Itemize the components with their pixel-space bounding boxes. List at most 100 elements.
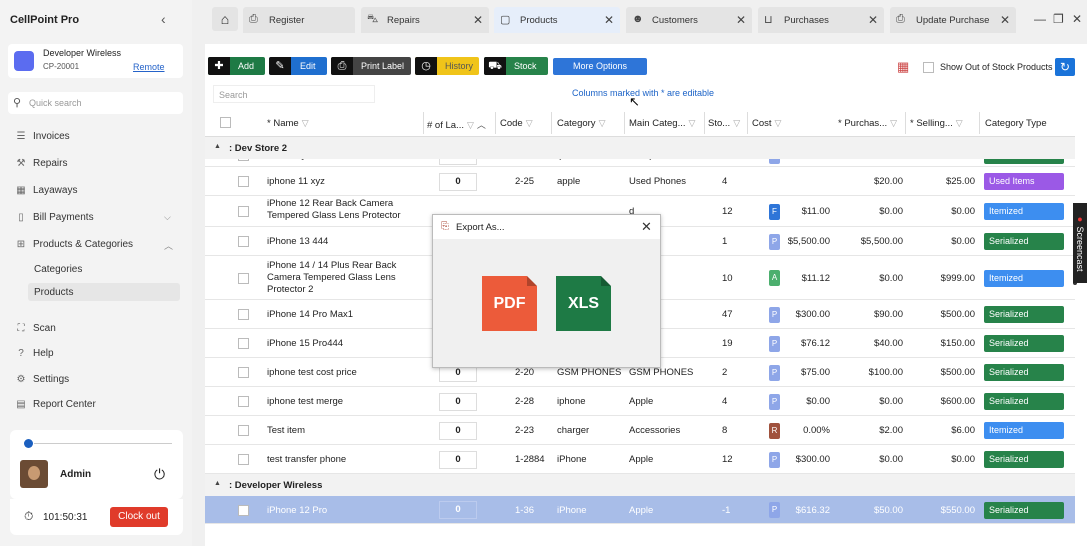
collapse-group-icon[interactable]: ▲ (214, 480, 221, 487)
row-checkbox[interactable] (238, 273, 249, 284)
print-label-button[interactable]: ⎙ Print Label (331, 57, 411, 75)
filter-icon[interactable]: ▽ (599, 118, 606, 128)
close-icon[interactable]: ✕ (736, 13, 746, 27)
quick-search[interactable]: ⚲ Quick search (8, 92, 183, 114)
group-row[interactable]: ▲: Developer Wireless (205, 474, 1075, 496)
edit-button[interactable]: ✎ Edit (269, 57, 327, 75)
cell-selling[interactable]: $500.00 (907, 309, 975, 320)
row-checkbox[interactable] (238, 206, 249, 217)
chevron-down-icon[interactable]: ⌵ (164, 212, 171, 223)
tab-purchases[interactable]: ⊔ Purchases ✕ (758, 7, 884, 33)
qty-input[interactable]: 0 (439, 501, 477, 519)
close-icon[interactable]: ✕ (473, 13, 483, 27)
more-options-button[interactable]: More Options (553, 58, 647, 75)
tab-customers[interactable]: ☻ Customers ✕ (626, 7, 752, 33)
qty-input[interactable]: 0 (439, 393, 477, 411)
cell-purchase[interactable]: $0.00 (835, 396, 903, 407)
add-button[interactable]: ✚ Add (208, 57, 265, 75)
remote-link[interactable]: Remote (133, 62, 165, 72)
cell-purchase[interactable]: $0.00 (835, 454, 903, 465)
cell-selling[interactable]: $6.00 (907, 425, 975, 436)
stock-button[interactable]: ⛟ Stock (484, 57, 548, 75)
filter-icon[interactable]: ▽ (467, 120, 474, 130)
cell-selling[interactable]: $500.00 (907, 367, 975, 378)
close-icon[interactable]: ✕ (1000, 13, 1010, 27)
chevron-up-icon[interactable]: ︿ (164, 239, 173, 252)
refresh-icon[interactable]: ↻ (1055, 58, 1075, 76)
search-input[interactable]: Search (213, 85, 375, 103)
col-category-type[interactable]: Category Type (985, 118, 1047, 129)
cell-selling[interactable]: $150.00 (907, 338, 975, 349)
sidebar-item-settings[interactable]: ⚙ Settings (14, 374, 184, 392)
sidebar-item-categories[interactable]: Categories (28, 260, 180, 278)
sidebar-item-products[interactable]: Products (28, 283, 180, 301)
table-row[interactable]: iphone 11 xyz 0 2-25 apple Used Phones 4 $20.0… (205, 167, 1075, 196)
sidebar-item-scan[interactable]: ⛶ Scan (14, 323, 184, 341)
screencast-tab[interactable]: ● Screencast (1073, 203, 1087, 283)
close-icon[interactable]: ✕ (604, 13, 614, 27)
col-category[interactable]: Category ▽ (557, 118, 605, 129)
filter-icon[interactable]: ▽ (526, 118, 533, 128)
table-row[interactable]: iphone test merge 0 2-28 iphone Apple 4 P $0.00… (205, 387, 1075, 416)
row-checkbox[interactable] (238, 338, 249, 349)
tab-update-purchase[interactable]: ⎙ Update Purchase ✕ (890, 7, 1016, 33)
xls-icon[interactable]: XLS (556, 276, 611, 331)
cell-purchase[interactable]: $2.00 (835, 425, 903, 436)
cell-selling[interactable]: $0.00 (907, 454, 975, 465)
col-name[interactable]: * Name ▽ (267, 118, 309, 129)
cell-purchase[interactable]: $0.00 (835, 206, 903, 217)
collapse-sidebar-icon[interactable]: ‹ (161, 11, 166, 27)
sidebar-item-products-categories[interactable]: ⊞ Products & Categories ︿ (14, 239, 184, 257)
table-row[interactable]: iPhone 12 Pro 0 1-36 iPhone Apple -1 P $616.32 $… (205, 496, 1075, 524)
cell-purchase[interactable]: $0.00 (835, 273, 903, 284)
row-checkbox[interactable] (238, 454, 249, 465)
sidebar-item-report-center[interactable]: ▤ Report Center (14, 399, 184, 417)
cell-selling[interactable]: $550.00 (907, 505, 975, 516)
col-stock[interactable]: Sto... ▽ (708, 118, 740, 129)
col-code[interactable]: Code ▽ (500, 118, 533, 129)
col-selling[interactable]: * Selling... ▽ (910, 118, 963, 129)
filter-icon[interactable]: ▽ (890, 118, 897, 128)
table-row[interactable]: Test item 0 2-23 charger Accessories 8 R 0.00% $… (205, 416, 1075, 445)
sidebar-item-bill-payments[interactable]: ▯ Bill Payments ⌵ (14, 212, 184, 230)
filter-icon[interactable]: ▽ (733, 118, 740, 128)
close-icon[interactable]: ✕ (641, 219, 652, 235)
row-checkbox[interactable] (238, 236, 249, 247)
cell-selling[interactable]: $0.00 (907, 236, 975, 247)
table-row[interactable]: test transfer phone 0 1-2884 iPhone Apple 12 P… (205, 445, 1075, 474)
sidebar-item-layaways[interactable]: ▦ Layaways (14, 185, 184, 203)
row-checkbox[interactable] (238, 176, 249, 187)
filter-icon[interactable]: ▽ (689, 118, 696, 128)
cell-purchase[interactable]: $100.00 (835, 367, 903, 378)
select-all-checkbox[interactable] (220, 117, 231, 128)
restore-icon[interactable]: ❐ (1053, 12, 1064, 26)
show-out-of-stock[interactable]: Show Out of Stock Products (923, 62, 1053, 74)
cell-selling[interactable]: $0.00 (907, 206, 975, 217)
sidebar-item-help[interactable]: ? Help (14, 348, 184, 366)
col-cost[interactable]: Cost ▽ (752, 118, 781, 129)
cell-selling[interactable]: $25.00 (907, 176, 975, 187)
row-checkbox[interactable] (238, 505, 249, 516)
col-main-category[interactable]: Main Categ... ▽ (629, 118, 695, 129)
power-icon[interactable]: ⏻ (154, 466, 165, 483)
tab-repairs[interactable]: ⛍ Repairs ✕ (361, 7, 489, 33)
tab-register[interactable]: ⎙ Register (243, 7, 355, 33)
collapse-group-icon[interactable]: ▲ (214, 143, 221, 150)
store-icon[interactable]: ▦ (897, 59, 909, 75)
qty-input[interactable]: 0 (439, 422, 477, 440)
cell-purchase[interactable]: $90.00 (835, 309, 903, 320)
minimize-icon[interactable]: — (1034, 12, 1046, 26)
qty-input[interactable]: 0 (439, 451, 477, 469)
row-checkbox[interactable] (238, 396, 249, 407)
sort-up-icon[interactable]: ︿ (477, 120, 486, 130)
filter-icon[interactable]: ▽ (775, 118, 782, 128)
cell-selling[interactable]: $600.00 (907, 396, 975, 407)
sidebar-item-invoices[interactable]: ☰ Invoices (14, 131, 184, 149)
tab-products[interactable]: ▢ Products ✕ (494, 7, 620, 33)
sidebar-item-repairs[interactable]: ⚒ Repairs (14, 158, 184, 176)
home-icon[interactable]: ⌂ (212, 7, 238, 31)
cell-purchase[interactable]: $40.00 (835, 338, 903, 349)
cell-selling[interactable]: $999.00 (907, 273, 975, 284)
cell-purchase[interactable]: $50.00 (835, 505, 903, 516)
col-purchase[interactable]: * Purchas... ▽ (838, 118, 897, 129)
